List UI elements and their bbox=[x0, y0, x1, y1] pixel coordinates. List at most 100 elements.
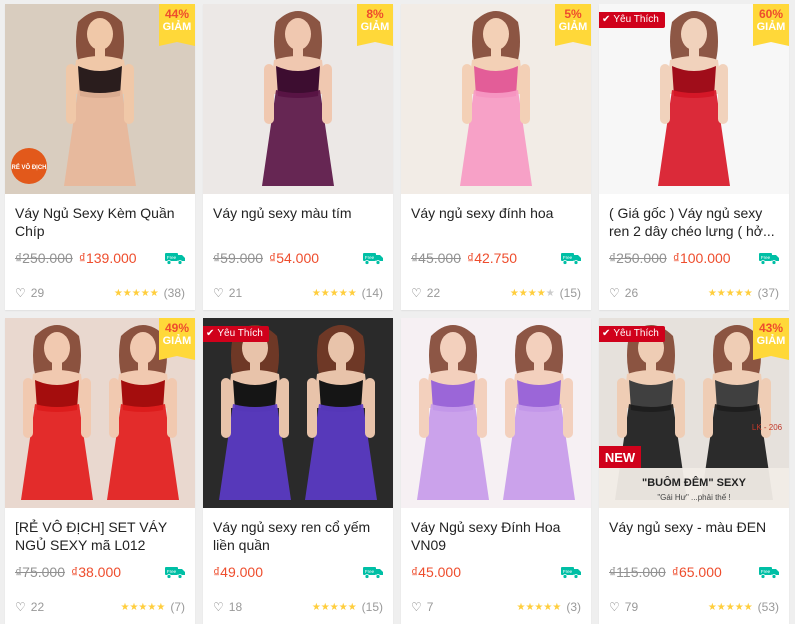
heart-icon[interactable]: ♡ bbox=[609, 286, 620, 300]
favorite-label: Yêu Thích bbox=[613, 328, 659, 339]
product-card-4[interactable]: ✔ Yêu Thích 60% GIẢM ( Giá gốc ) Váy ngủ … bbox=[599, 4, 789, 310]
like-count[interactable]: ♡ 29 bbox=[15, 286, 44, 300]
review-count: (37) bbox=[757, 286, 779, 300]
price-row: ₫59.000 ₫54.000 Free bbox=[213, 250, 383, 268]
free-shipping-icon: Free bbox=[759, 253, 779, 265]
likes-number: 22 bbox=[30, 600, 45, 614]
sale-price: ₫65.000 bbox=[671, 564, 722, 580]
review-count: (14) bbox=[361, 286, 383, 300]
free-shipping-icon: Free bbox=[561, 253, 581, 265]
likes-number: 29 bbox=[30, 286, 45, 300]
product-title[interactable]: Váy ngủ sexy - màu ĐEN bbox=[609, 518, 779, 554]
original-price: ₫59.000 bbox=[213, 250, 264, 266]
sale-price: ₫49.000 bbox=[213, 564, 264, 580]
product-image[interactable]: RẺ VÔ ĐỊCH 44% GIẢM bbox=[5, 4, 195, 194]
price-row: ₫75.000 ₫38.000 Free bbox=[15, 564, 185, 582]
product-title[interactable]: Váy ngủ sexy ren cổ yếm liền quần bbox=[213, 518, 383, 554]
heart-icon[interactable]: ♡ bbox=[213, 286, 224, 300]
discount-label: GIẢM bbox=[756, 335, 786, 347]
discount-badge: 43% GIẢM bbox=[753, 318, 789, 360]
svg-text:Free: Free bbox=[761, 255, 771, 260]
review-count: (15) bbox=[559, 286, 581, 300]
like-count[interactable]: ♡ 79 bbox=[609, 600, 638, 614]
card-footer: ♡ 21 ★★★★★ (14) bbox=[213, 286, 383, 300]
product-card-6[interactable]: ✔ Yêu Thích Váy ngủ sexy ren cổ yếm liền … bbox=[203, 318, 393, 624]
likes-number: 21 bbox=[228, 286, 243, 300]
star-icon: ★★★★★ bbox=[509, 287, 555, 299]
product-title[interactable]: Váy Ngủ sexy Đính Hoa VN09 bbox=[411, 518, 581, 554]
sale-price: ₫139.000 bbox=[78, 250, 137, 266]
favorite-tag: ✔ Yêu Thích bbox=[599, 326, 665, 342]
original-price: ₫250.000 bbox=[609, 250, 667, 266]
product-image[interactable] bbox=[401, 318, 591, 508]
product-title[interactable]: Váy Ngủ Sexy Kèm Quần Chíp bbox=[15, 204, 185, 240]
sale-price: ₫45.000 bbox=[411, 564, 462, 580]
heart-icon[interactable]: ♡ bbox=[411, 286, 422, 300]
heart-icon[interactable]: ♡ bbox=[609, 600, 620, 614]
review-count: (53) bbox=[757, 600, 779, 614]
product-title[interactable]: Váy ngủ sexy màu tím bbox=[213, 204, 383, 240]
product-card-7[interactable]: Váy Ngủ sexy Đính Hoa VN09 ₫45.000 Free … bbox=[401, 318, 591, 624]
likes-number: 7 bbox=[426, 600, 434, 614]
like-count[interactable]: ♡ 22 bbox=[411, 286, 440, 300]
card-footer: ♡ 29 ★★★★★ (38) bbox=[15, 286, 185, 300]
check-icon: ✔ bbox=[206, 328, 215, 339]
product-image[interactable]: 49% GIẢM bbox=[5, 318, 195, 508]
original-price: ₫115.000 bbox=[609, 564, 666, 580]
free-shipping-icon: Free bbox=[165, 567, 185, 579]
heart-icon[interactable]: ♡ bbox=[411, 600, 422, 614]
free-shipping-icon: Free bbox=[363, 567, 383, 579]
card-footer: ♡ 26 ★★★★★ (37) bbox=[609, 286, 779, 300]
heart-icon[interactable]: ♡ bbox=[213, 600, 224, 614]
product-title[interactable]: ( Giá gốc ) Váy ngủ sexy ren 2 dây chéo … bbox=[609, 204, 779, 240]
product-card-5[interactable]: 49% GIẢM [RẺ VÔ ĐỊCH] SET VÁY NGỦ SEXY m… bbox=[5, 318, 195, 624]
product-photo bbox=[203, 318, 393, 508]
discount-badge: 44% GIẢM bbox=[159, 4, 195, 46]
star-icon: ★★★★★ bbox=[311, 287, 357, 299]
like-count[interactable]: ♡ 22 bbox=[15, 600, 44, 614]
svg-text:"BUÔM ĐÊM" SEXY: "BUÔM ĐÊM" SEXY bbox=[642, 476, 747, 489]
like-count[interactable]: ♡ 18 bbox=[213, 600, 242, 614]
svg-text:NEW: NEW bbox=[605, 450, 636, 465]
product-card-2[interactable]: 8% GIẢM Váy ngủ sexy màu tím ₫59.000 ₫54.… bbox=[203, 4, 393, 310]
free-shipping-icon: Free bbox=[165, 253, 185, 265]
product-image[interactable]: ✔ Yêu Thích bbox=[203, 318, 393, 508]
svg-text:Free: Free bbox=[365, 569, 375, 574]
heart-icon[interactable]: ♡ bbox=[15, 286, 26, 300]
product-title[interactable]: [RẺ VÔ ĐỊCH] SET VÁY NGỦ SEXY mã L012 bbox=[15, 518, 185, 554]
discount-label: GIẢM bbox=[162, 21, 192, 33]
discount-label: GIẢM bbox=[162, 335, 192, 347]
review-count: (38) bbox=[163, 286, 185, 300]
card-footer: ♡ 22 ★★★★★ (15) bbox=[411, 286, 581, 300]
heart-icon[interactable]: ♡ bbox=[15, 600, 26, 614]
like-count[interactable]: ♡ 26 bbox=[609, 286, 638, 300]
star-icon: ★★★★★ bbox=[113, 287, 159, 299]
product-title[interactable]: Váy ngủ sexy đính hoa bbox=[411, 204, 581, 240]
product-image[interactable]: 8% GIẢM bbox=[203, 4, 393, 194]
discount-badge: 8% GIẢM bbox=[357, 4, 393, 46]
likes-number: 26 bbox=[624, 286, 639, 300]
discount-label: GIẢM bbox=[558, 21, 588, 33]
card-footer: ♡ 18 ★★★★★ (15) bbox=[213, 600, 383, 614]
product-card-1[interactable]: RẺ VÔ ĐỊCH 44% GIẢM Váy Ngủ Sexy Kèm Quầ… bbox=[5, 4, 195, 310]
star-icon: ★★★★★ bbox=[120, 601, 166, 613]
svg-text:RẺ VÔ ĐỊCH: RẺ VÔ ĐỊCH bbox=[11, 163, 46, 171]
review-count: (15) bbox=[361, 600, 383, 614]
product-image[interactable]: 5% GIẢM bbox=[401, 4, 591, 194]
product-card-8[interactable]: NEW "BUÔM ĐÊM" SEXY "Gái Hư" ...phải thế… bbox=[599, 318, 789, 624]
discount-label: GIẢM bbox=[756, 21, 786, 33]
rating: ★★★★★ (3) bbox=[517, 600, 582, 614]
sale-price: ₫54.000 bbox=[269, 250, 320, 266]
like-count[interactable]: ♡ 21 bbox=[213, 286, 242, 300]
check-icon: ✔ bbox=[602, 328, 611, 339]
favorite-tag: ✔ Yêu Thích bbox=[203, 326, 269, 342]
likes-number: 79 bbox=[624, 600, 639, 614]
product-image[interactable]: NEW "BUÔM ĐÊM" SEXY "Gái Hư" ...phải thế… bbox=[599, 318, 789, 508]
rating: ★★★★★ (14) bbox=[312, 286, 383, 300]
product-card-3[interactable]: 5% GIẢM Váy ngủ sexy đính hoa ₫45.000 ₫42… bbox=[401, 4, 591, 310]
sale-price: ₫100.000 bbox=[672, 250, 731, 266]
like-count[interactable]: ♡ 7 bbox=[411, 600, 433, 614]
product-image[interactable]: ✔ Yêu Thích 60% GIẢM bbox=[599, 4, 789, 194]
sale-price: ₫42.750 bbox=[467, 250, 518, 266]
likes-number: 22 bbox=[426, 286, 441, 300]
